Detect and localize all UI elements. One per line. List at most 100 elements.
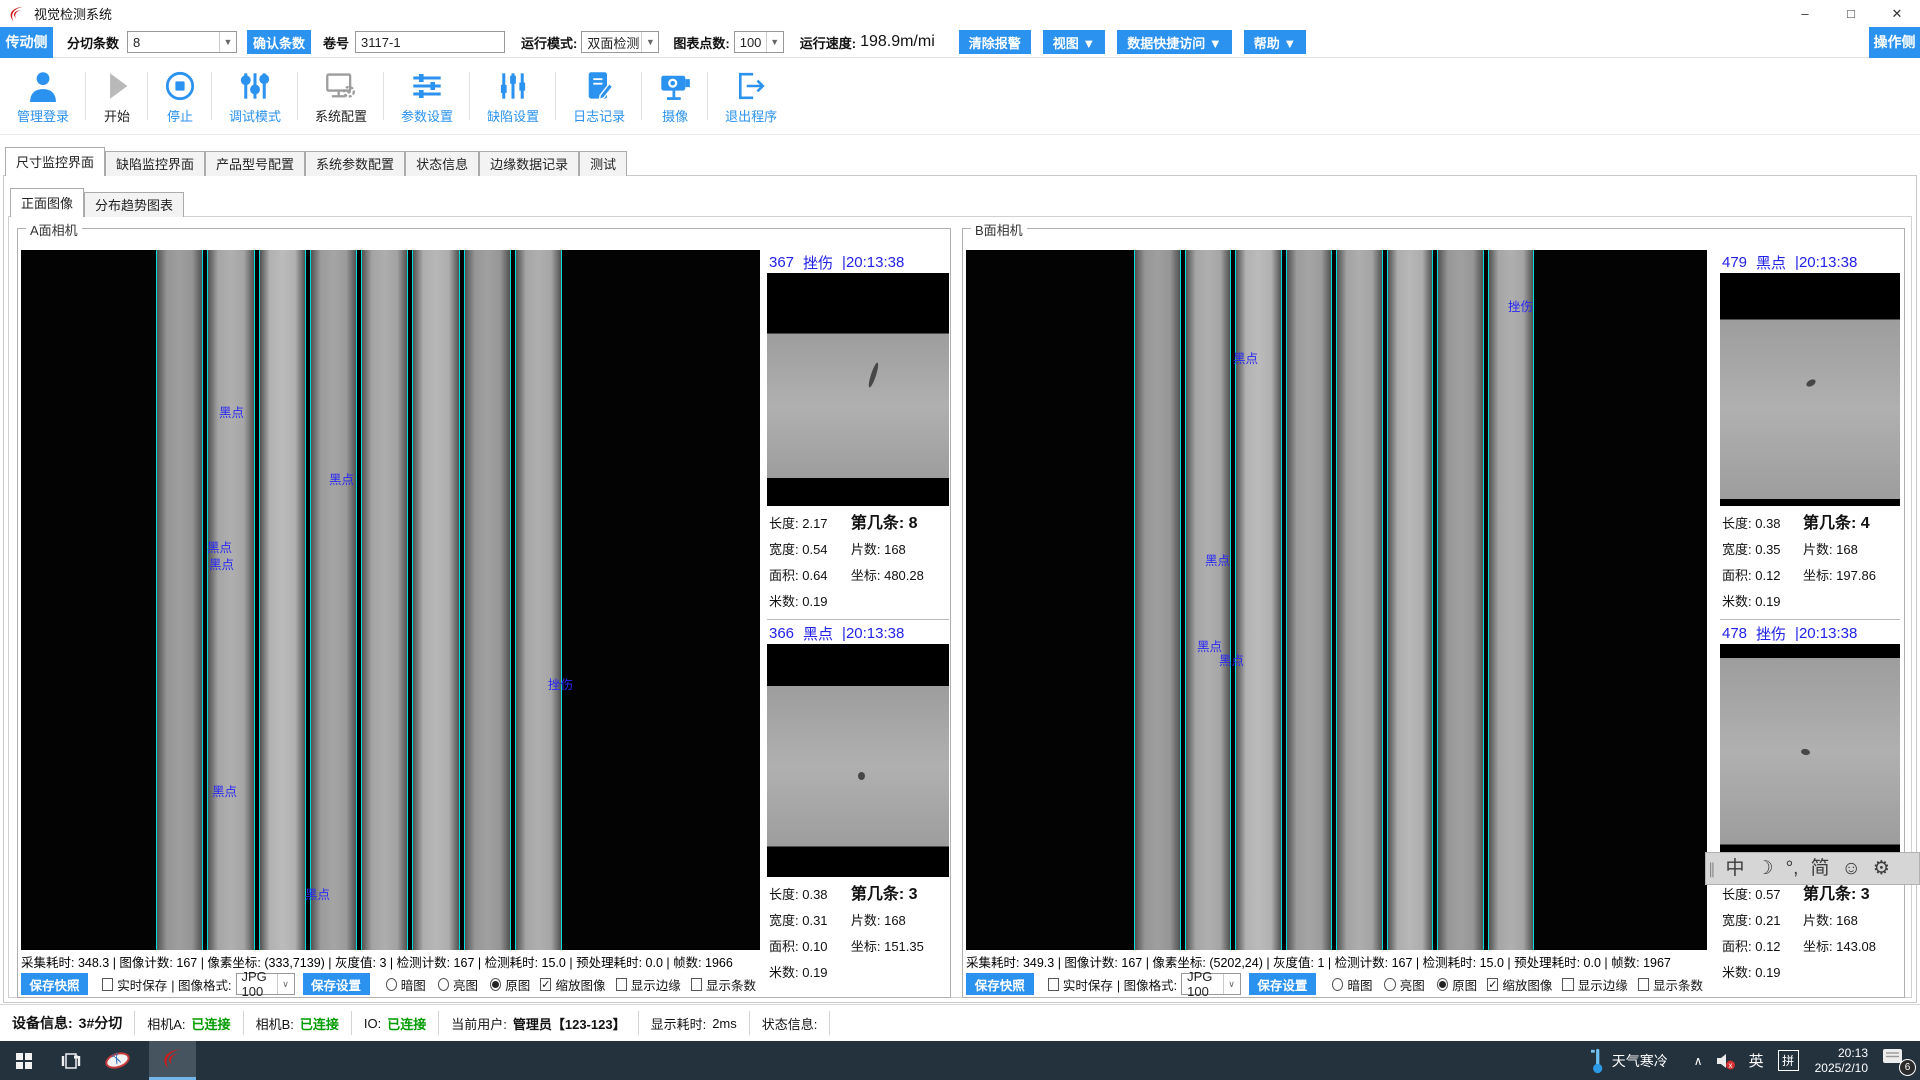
realtime-save-checkbox[interactable] — [1048, 978, 1059, 991]
subtab-1[interactable]: 分布趋势图表 — [84, 192, 184, 217]
capture-button[interactable]: 摄像 — [642, 64, 708, 128]
run-mode-label: 运行模式: — [521, 33, 577, 52]
system-tray: 天气寒冷 ∧ x 英 拼 20:13 2025/2/10 6 — [1590, 1046, 1920, 1076]
stat-row: 面积: 0.12 — [1722, 563, 1803, 589]
panel-title: A面相机 — [26, 220, 82, 239]
image-format-label: | 图像格式: — [1117, 975, 1177, 994]
toolbar-item-label: 系统配置 — [315, 106, 367, 125]
notification-center-button[interactable]: 6 — [1882, 1046, 1916, 1076]
image-mode-radio[interactable] — [1384, 978, 1395, 991]
language-indicator[interactable]: 英 — [1749, 1050, 1764, 1071]
save-snapshot-button[interactable]: 保存快照 — [966, 973, 1034, 995]
vision-app-taskbar-button[interactable] — [149, 1041, 196, 1080]
ime-fullhalf-moon-button[interactable]: ☽ — [1751, 852, 1780, 885]
display-option-checkbox[interactable] — [616, 978, 627, 991]
image-mode-radio[interactable] — [490, 978, 501, 991]
maximize-button[interactable]: □ — [1828, 0, 1874, 27]
view-menu-button[interactable]: 视图 ▼ — [1043, 30, 1105, 54]
save-settings-button[interactable]: 保存设置 — [303, 973, 370, 995]
run-mode-select[interactable]: 双面检测 ▼ — [581, 31, 659, 53]
display-option-checkbox[interactable] — [691, 978, 702, 991]
tab-5[interactable]: 边缘数据记录 — [479, 151, 579, 176]
clock-date: 2025/2/10 — [1815, 1061, 1868, 1076]
close-button[interactable]: ✕ — [1874, 0, 1920, 27]
stat-row: 面积: 0.10 — [769, 934, 851, 960]
stat-row: 坐标: 151.35 — [851, 934, 947, 960]
task-view-button[interactable] — [47, 1041, 94, 1080]
minimize-button[interactable]: – — [1782, 0, 1828, 27]
image-mode-radio[interactable] — [438, 978, 449, 991]
exit-button[interactable]: 退出程序 — [708, 64, 794, 128]
login-button[interactable]: 管理登录 — [0, 64, 86, 128]
debug-mode-button[interactable]: 调试模式 — [212, 64, 298, 128]
ime-emoji-button[interactable]: ☺ — [1835, 852, 1866, 885]
realtime-save-checkbox[interactable] — [102, 978, 113, 991]
operator-side-button[interactable]: 操作侧 — [1869, 27, 1920, 58]
defect-card[interactable]: 478挫伤|20:13:38长度: 0.57宽度: 0.21面积: 0.12米数… — [1720, 619, 1900, 988]
image-mode-label: 原图 — [505, 975, 530, 994]
chart-points-select[interactable]: 100 ▼ — [734, 31, 784, 53]
chevron-down-icon: ▼ — [766, 32, 783, 52]
weather-widget[interactable]: 天气寒冷 — [1612, 1051, 1668, 1071]
save-settings-button[interactable]: 保存设置 — [1249, 973, 1317, 995]
image-mode-radio[interactable] — [1437, 978, 1448, 991]
defect-card-header: 478挫伤|20:13:38 — [1720, 622, 1900, 644]
speaker-muted-icon[interactable]: x — [1715, 1051, 1737, 1071]
debug-sliders-icon — [240, 67, 270, 105]
save-snapshot-button[interactable]: 保存快照 — [21, 973, 88, 995]
display-option-checkbox[interactable]: ✓ — [540, 978, 551, 991]
ime-simplified-button[interactable]: 简 — [1804, 852, 1835, 885]
stop-button[interactable]: 停止 — [148, 64, 212, 128]
defect-type: 黑点 — [1756, 252, 1786, 273]
tab-3[interactable]: 系统参数配置 — [305, 151, 405, 176]
tab-0[interactable]: 尺寸监控界面 — [5, 147, 105, 176]
image-format-select[interactable]: JPG 100∨ — [236, 973, 295, 995]
defect-settings-button[interactable]: 缺陷设置 — [470, 64, 556, 128]
tab-2[interactable]: 产品型号配置 — [205, 151, 305, 176]
display-option-checkbox[interactable] — [1638, 978, 1649, 991]
log-button[interactable]: 日志记录 — [556, 64, 642, 128]
system-config-button[interactable]: 系统配置 — [298, 64, 384, 128]
defect-marker: 挫伤 — [1508, 296, 1533, 315]
ime-chinese-mode-button[interactable]: 中 — [1720, 852, 1751, 885]
ime-settings-gear-button[interactable]: ⚙ — [1867, 852, 1896, 885]
defect-marker: 黑点 — [1219, 650, 1244, 669]
data-quick-access-menu-button[interactable]: 数据快捷访问 ▼ — [1117, 30, 1231, 54]
confirm-count-button[interactable]: 确认条数 — [247, 30, 311, 54]
toolbar-item-label: 停止 — [167, 106, 193, 125]
defect-card[interactable]: 479黑点|20:13:38长度: 0.38宽度: 0.35面积: 0.12米数… — [1720, 251, 1900, 617]
image-format-select[interactable]: JPG 100∨ — [1181, 973, 1240, 995]
defect-card[interactable]: 366黑点|20:13:38长度: 0.38宽度: 0.31面积: 0.10米数… — [767, 619, 949, 988]
display-option-label: 显示边缘 — [1578, 975, 1628, 994]
realtime-save-label: 实时保存 — [1063, 975, 1113, 994]
film-strip — [515, 250, 562, 950]
slit-count-select[interactable]: 8 ▼ — [127, 31, 237, 53]
clock[interactable]: 20:13 2025/2/10 — [1815, 1046, 1868, 1076]
tab-6[interactable]: 测试 — [579, 151, 627, 176]
tab-1[interactable]: 缺陷监控界面 — [105, 151, 205, 176]
help-menu-button[interactable]: 帮助 ▼ — [1244, 30, 1306, 54]
status-value: 已连接 — [300, 1014, 339, 1033]
start-button[interactable]: 开始 — [86, 64, 148, 128]
defect-stats: 长度: 0.38宽度: 0.31面积: 0.10米数: 0.19第几条: 3片数… — [767, 877, 949, 988]
chart-points-label: 图表点数: — [673, 33, 729, 52]
param-settings-button[interactable]: 参数设置 — [384, 64, 470, 128]
defect-type: 黑点 — [803, 623, 833, 644]
tab-4[interactable]: 状态信息 — [405, 151, 479, 176]
image-mode-radio[interactable] — [386, 978, 397, 991]
roll-number-input[interactable] — [355, 31, 505, 53]
drive-side-button[interactable]: 传动侧 — [0, 27, 53, 58]
defect-card[interactable]: 367挫伤|20:13:38长度: 2.17宽度: 0.54面积: 0.64米数… — [767, 251, 949, 617]
tray-expand-chevron[interactable]: ∧ — [1694, 1054, 1703, 1068]
ime-punctuation-button[interactable]: °, — [1780, 852, 1805, 885]
display-option-checkbox[interactable]: ✓ — [1487, 978, 1498, 991]
snipping-tool-button[interactable]: ✂ — [94, 1041, 141, 1080]
display-option-checkbox[interactable] — [1562, 978, 1573, 991]
image-mode-label: 原图 — [1452, 975, 1477, 994]
drag-handle-icon[interactable]: ∥ — [1706, 860, 1720, 878]
image-mode-radio[interactable] — [1332, 978, 1343, 991]
subtab-0[interactable]: 正面图像 — [10, 188, 84, 217]
clear-alarm-button[interactable]: 清除报警 — [959, 30, 1031, 54]
ime-indicator[interactable]: 拼 — [1778, 1050, 1799, 1071]
start-button[interactable] — [0, 1041, 47, 1080]
